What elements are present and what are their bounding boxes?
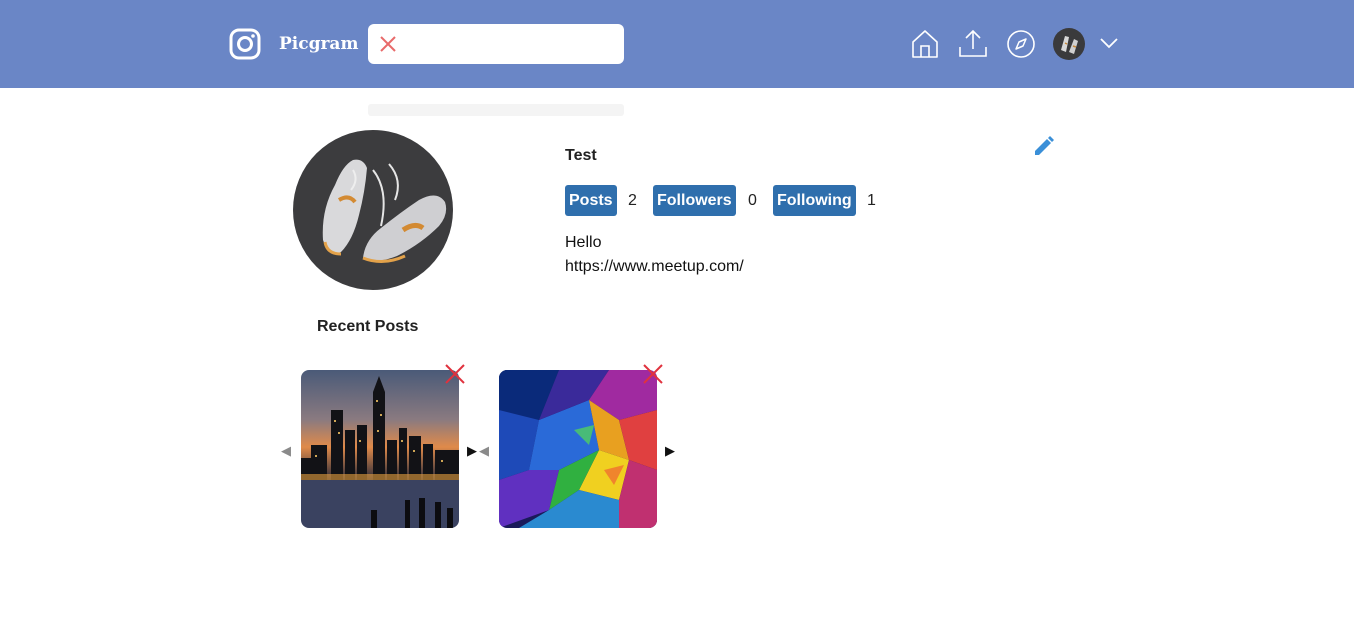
city-skyline-photo bbox=[301, 370, 459, 528]
posts-button[interactable]: Posts bbox=[565, 185, 617, 216]
profile-website-link[interactable]: https://www.meetup.com/ bbox=[565, 255, 744, 279]
search-input[interactable] bbox=[408, 32, 608, 56]
post-2-next-arrow-icon[interactable]: ▶ bbox=[665, 444, 675, 457]
colorful-abstract-photo bbox=[499, 370, 657, 528]
profile-username: Test bbox=[565, 147, 597, 164]
edit-profile-icon[interactable] bbox=[1032, 134, 1056, 158]
followers-count: 0 bbox=[748, 192, 757, 209]
home-icon[interactable] bbox=[910, 29, 940, 59]
search-results-dropdown bbox=[368, 104, 624, 116]
clear-search-icon[interactable] bbox=[380, 36, 396, 52]
profile-picture bbox=[293, 130, 453, 290]
post-2-prev-arrow-icon[interactable]: ◀ bbox=[479, 444, 489, 457]
top-navbar: Picgram bbox=[0, 0, 1354, 88]
profile-bio: Hello bbox=[565, 234, 602, 251]
chevron-down-icon[interactable] bbox=[1099, 36, 1119, 50]
post-1-next-arrow-icon[interactable]: ▶ bbox=[467, 444, 477, 457]
brand-name[interactable]: Picgram bbox=[279, 34, 358, 54]
avatar[interactable] bbox=[1053, 28, 1085, 60]
following-count: 1 bbox=[867, 192, 876, 209]
instagram-logo-icon[interactable] bbox=[229, 28, 261, 60]
recent-posts-heading: Recent Posts bbox=[317, 318, 419, 335]
upload-icon[interactable] bbox=[958, 29, 988, 59]
posts-count: 2 bbox=[628, 192, 637, 209]
post-1-prev-arrow-icon[interactable]: ◀ bbox=[281, 444, 291, 457]
search-bar bbox=[368, 24, 624, 64]
explore-icon[interactable] bbox=[1006, 29, 1036, 59]
followers-button[interactable]: Followers bbox=[653, 185, 736, 216]
following-button[interactable]: Following bbox=[773, 185, 856, 216]
avatar-sneakers-photo bbox=[1053, 28, 1085, 60]
delete-post-1-icon[interactable] bbox=[444, 363, 466, 385]
delete-post-2-icon[interactable] bbox=[642, 363, 664, 385]
sneakers-photo bbox=[293, 130, 453, 290]
post-thumbnail-1[interactable] bbox=[301, 370, 459, 528]
post-thumbnail-2[interactable] bbox=[499, 370, 657, 528]
